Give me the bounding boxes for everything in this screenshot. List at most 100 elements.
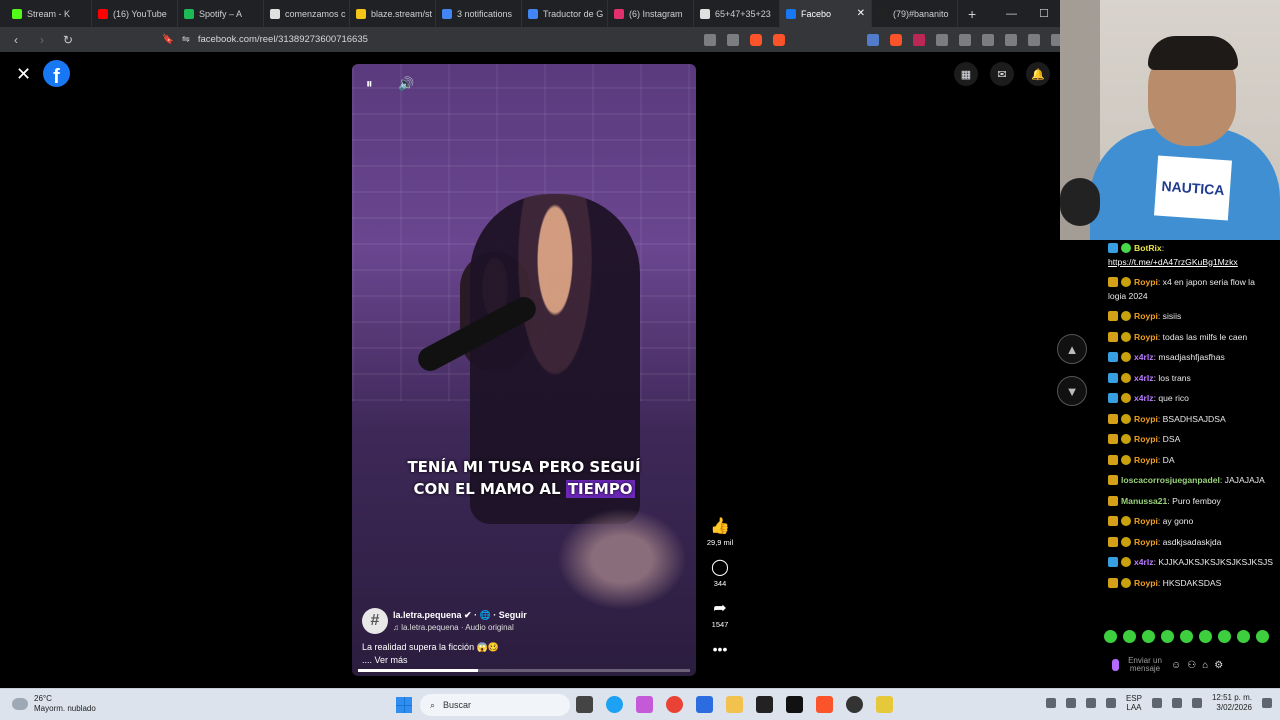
store-icon[interactable]: ⌂ — [1202, 660, 1208, 671]
battery-icon[interactable] — [1191, 698, 1202, 708]
address-bar[interactable]: 🔖 ⇋ facebook.com/reel/3138927360071​6635 — [162, 30, 722, 49]
emote-icon[interactable] — [1180, 630, 1193, 643]
menu-grid-icon[interactable]: ▦ — [954, 62, 978, 86]
settings-icon[interactable]: ⚙ — [1214, 660, 1223, 671]
maximize-icon[interactable]: ☐ — [1039, 7, 1049, 20]
chat-username[interactable]: Roypi — [1134, 414, 1158, 424]
more-options-icon[interactable]: ••• — [700, 641, 740, 657]
users-icon[interactable]: ⚇ — [1187, 660, 1196, 671]
task-view-icon[interactable] — [576, 696, 593, 713]
snipping-icon[interactable] — [636, 696, 653, 713]
network-tray-icon[interactable] — [1105, 698, 1116, 708]
emote-icon[interactable] — [1218, 630, 1231, 643]
obs-icon[interactable] — [846, 696, 863, 713]
browser-tab[interactable]: (79)#bananito — [872, 0, 958, 27]
chat-username[interactable]: x4rlz — [1134, 373, 1154, 383]
media-icon[interactable] — [982, 33, 994, 46]
previous-reel-button[interactable]: ▲ — [1057, 334, 1087, 364]
browser-tab[interactable]: 65+47+35+23 — [694, 0, 780, 27]
chat-username[interactable]: Roypi — [1134, 277, 1158, 287]
next-reel-button[interactable]: ▼ — [1057, 376, 1087, 406]
browser-tab[interactable]: (6) Instagram — [608, 0, 694, 27]
sidebar-icon[interactable] — [1028, 33, 1040, 46]
chat-username[interactable]: Roypi — [1134, 434, 1158, 444]
browser-tab[interactable]: Facebo ✕ — [780, 0, 872, 27]
messenger-icon[interactable]: ✉ — [990, 62, 1014, 86]
weather-widget[interactable]: 26°C Mayorm. nublado — [12, 694, 96, 714]
browser-tab[interactable]: comenzamos c — [264, 0, 350, 27]
emote-icon[interactable] — [1142, 630, 1155, 643]
chat-username[interactable]: Roypi — [1134, 516, 1158, 526]
reel-video[interactable]: ⏸ 🔊 TENÍA MI TUSA PERO SEGUÍ CON EL MAMO… — [352, 64, 696, 676]
translate-extension-icon[interactable] — [867, 33, 879, 46]
close-icon[interactable]: ✕ — [16, 64, 31, 85]
chat-username[interactable]: x4rlz — [1134, 557, 1154, 567]
chrome-icon[interactable] — [666, 696, 683, 713]
clock[interactable]: 12:51 p. m. 3/02/2026 — [1212, 693, 1252, 713]
channel-name[interactable]: la.letra.pequena ✔ · 🌐 · Seguir — [393, 610, 527, 621]
tray-app-icon[interactable] — [1065, 698, 1076, 708]
puzzle-icon[interactable] — [936, 33, 948, 46]
capcut-icon[interactable] — [786, 696, 803, 713]
share-button[interactable]: ➦ 1547 — [700, 600, 740, 629]
extension-icon[interactable] — [890, 33, 902, 46]
comment-button[interactable]: ◯ 344 — [700, 559, 740, 588]
notes-icon[interactable] — [876, 696, 893, 713]
chat-username[interactable]: Roypi — [1134, 537, 1158, 547]
notification-icon[interactable] — [1262, 698, 1272, 708]
emote-icon[interactable]: ☺ — [1171, 660, 1181, 671]
browser-tab[interactable]: blaze.stream/st — [350, 0, 436, 27]
chat-username[interactable]: loscacorrosjueganpadel — [1121, 475, 1220, 485]
volume-icon[interactable]: 🔊 — [398, 76, 414, 92]
like-button[interactable]: 👍 29,9 mil — [700, 518, 740, 547]
emote-icon[interactable] — [1161, 630, 1174, 643]
cast-icon[interactable] — [704, 33, 716, 46]
video-progress-bar[interactable] — [358, 669, 690, 672]
emote-icon[interactable] — [1123, 630, 1136, 643]
language-indicator[interactable]: ESP LAA — [1126, 694, 1142, 712]
store-app-icon[interactable] — [696, 696, 713, 713]
chat-username[interactable]: BotRix — [1134, 243, 1162, 253]
bell-icon[interactable]: 🔔 — [1026, 62, 1050, 86]
taskbar-search[interactable]: ⌕ Buscar — [420, 694, 570, 716]
brave-shield-icon[interactable] — [750, 33, 762, 46]
channel-avatar[interactable]: # — [362, 608, 388, 634]
facebook-logo[interactable]: f — [43, 60, 70, 87]
chat-username[interactable]: Manussa21 — [1121, 496, 1167, 506]
start-icon[interactable] — [396, 697, 412, 713]
site-info-icon[interactable]: ⇋ — [182, 34, 190, 45]
minimize-icon[interactable]: — — [1006, 8, 1017, 20]
browser-tab[interactable]: Spotify – A — [178, 0, 264, 27]
wifi-icon[interactable] — [1151, 698, 1162, 708]
chat-username[interactable]: x4rlz — [1134, 393, 1154, 403]
microphone-tray-icon[interactable] — [1085, 698, 1096, 708]
tab-close-icon[interactable]: ✕ — [857, 8, 865, 19]
share-icon[interactable] — [727, 33, 739, 46]
brave-taskbar-icon[interactable] — [816, 696, 833, 713]
chat-username[interactable]: x4rlz — [1134, 352, 1154, 362]
emote-icon[interactable] — [1199, 630, 1212, 643]
chat-username[interactable]: Roypi — [1134, 332, 1158, 342]
browser-tab[interactable]: Traductor de G — [522, 0, 608, 27]
see-more-link[interactable]: .... Ver más — [362, 655, 408, 665]
back-icon[interactable]: ‹ — [6, 33, 26, 47]
chat-input[interactable]: Enviar un mensaje — [1125, 657, 1165, 673]
download-icon[interactable] — [1005, 33, 1017, 46]
bookmark-icon[interactable]: 🔖 — [162, 34, 174, 45]
chat-username[interactable]: Roypi — [1134, 455, 1158, 465]
brave-rewards-icon[interactable] — [773, 33, 785, 46]
chevron-up-icon[interactable] — [1045, 698, 1056, 708]
extension-icon[interactable] — [913, 33, 925, 46]
file-explorer-icon[interactable] — [726, 696, 743, 713]
screenshot-icon[interactable] — [959, 33, 971, 46]
microphone-icon[interactable] — [1112, 659, 1119, 671]
new-tab-button[interactable]: + — [958, 6, 986, 22]
chat-username[interactable]: Roypi — [1134, 578, 1158, 588]
emote-icon[interactable] — [1104, 630, 1117, 643]
volume-tray-icon[interactable] — [1171, 698, 1182, 708]
reload-icon[interactable]: ↻ — [58, 33, 78, 47]
audio-link[interactable]: ♫ la.letra.pequena · Audio original — [393, 623, 514, 632]
emote-icon[interactable] — [1237, 630, 1250, 643]
browser-tab[interactable]: Stream - K — [6, 0, 92, 27]
pause-icon[interactable]: ⏸ — [366, 76, 373, 92]
